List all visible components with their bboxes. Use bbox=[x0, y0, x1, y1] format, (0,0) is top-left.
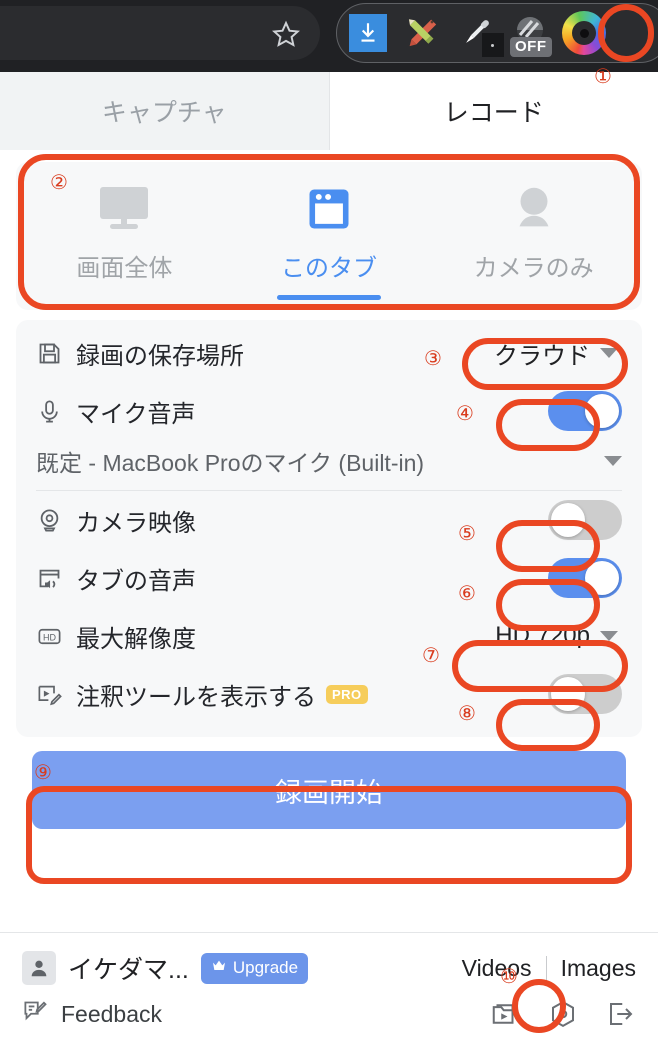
footer-bottom-row: Feedback bbox=[22, 991, 636, 1037]
record-panel: 画面全体 このタブ カメラのみ 録画の保存場所 クラウド マイク音声 既定 - … bbox=[0, 150, 658, 829]
person-avatar-icon[interactable] bbox=[22, 951, 56, 985]
tab-record[interactable]: レコード bbox=[329, 72, 658, 150]
webcam-icon bbox=[36, 507, 76, 534]
screenity-extension-icon[interactable] bbox=[562, 11, 606, 55]
feedback-icon bbox=[22, 998, 49, 1030]
setting-label: カメラ映像 bbox=[76, 509, 196, 537]
tab-audio-toggle[interactable] bbox=[548, 558, 622, 598]
footer-link-images[interactable]: Images bbox=[561, 955, 636, 982]
setting-row-annotation-tools: 注釈ツールを表示する PRO bbox=[36, 665, 622, 723]
setting-row-save-location: 録画の保存場所 クラウド bbox=[36, 324, 622, 382]
extension-dot-badge bbox=[482, 33, 504, 57]
settings-list: 録画の保存場所 クラウド マイク音声 既定 - MacBook Proのマイク … bbox=[16, 320, 642, 737]
setting-row-camera: カメラ映像 bbox=[36, 491, 622, 549]
tab-audio-icon bbox=[36, 565, 76, 592]
source-option-label: カメラのみ bbox=[473, 255, 594, 282]
dark-reader-off-badge: OFF bbox=[510, 37, 552, 57]
footer-icon-group bbox=[490, 999, 636, 1029]
resolution-value: HD 720p bbox=[495, 622, 590, 649]
hd-badge-icon: HD bbox=[36, 623, 76, 650]
annotation-tools-toggle[interactable] bbox=[548, 674, 622, 714]
setting-label: 最大解像度 bbox=[76, 625, 196, 653]
microphone-device-value: 既定 - MacBook Proのマイク (Built-in) bbox=[36, 450, 425, 476]
source-option-this-tab[interactable]: このタブ bbox=[227, 178, 432, 300]
footer-link-videos[interactable]: Videos bbox=[462, 955, 532, 982]
source-option-entire-screen[interactable]: 画面全体 bbox=[22, 178, 227, 300]
webcam-icon bbox=[507, 178, 561, 240]
microphone-device-dropdown[interactable]: 既定 - MacBook Proのマイク (Built-in) bbox=[36, 440, 622, 491]
source-option-label: このタブ bbox=[281, 255, 377, 282]
setting-row-tab-audio: タブの音声 bbox=[36, 549, 622, 607]
svg-text:HD: HD bbox=[43, 632, 56, 642]
panel-footer: イケダマ... Upgrade Videos Images Feedback bbox=[0, 932, 658, 1046]
chevron-down-icon bbox=[600, 631, 618, 641]
upgrade-button[interactable]: Upgrade bbox=[200, 952, 309, 984]
source-option-camera-only[interactable]: カメラのみ bbox=[431, 178, 636, 300]
microphone-toggle[interactable] bbox=[548, 391, 622, 431]
save-location-value: クラウド bbox=[494, 342, 590, 370]
browser-toolbar: OFF bbox=[0, 0, 658, 72]
chevron-down-icon bbox=[600, 348, 618, 358]
monitor-icon bbox=[96, 178, 152, 240]
settings-hexagon-icon[interactable] bbox=[548, 999, 578, 1029]
source-underline-inactive bbox=[72, 295, 176, 300]
record-button[interactable]: 録画開始 bbox=[32, 751, 626, 829]
camera-toggle[interactable] bbox=[548, 500, 622, 540]
resolution-dropdown[interactable]: HD 720p bbox=[491, 620, 622, 652]
feedback-button[interactable]: Feedback bbox=[22, 998, 162, 1030]
markup-tools-extension-icon[interactable] bbox=[400, 11, 444, 55]
source-selector: 画面全体 このタブ カメラのみ bbox=[16, 162, 642, 310]
eyedropper-extension-icon[interactable] bbox=[454, 11, 504, 57]
panel-tab-bar: キャプチャ レコード bbox=[0, 72, 658, 150]
setting-label: 注釈ツールを表示する bbox=[76, 683, 316, 711]
annotation-pen-icon bbox=[36, 681, 76, 708]
save-location-dropdown[interactable]: クラウド bbox=[490, 334, 622, 373]
microphone-icon bbox=[36, 398, 76, 425]
setting-row-resolution: HD 最大解像度 HD 720p bbox=[36, 607, 622, 665]
source-option-label: 画面全体 bbox=[76, 255, 173, 282]
setting-label: タブの音声 bbox=[76, 567, 196, 595]
tab-capture[interactable]: キャプチャ bbox=[0, 72, 330, 150]
chevron-down-icon bbox=[604, 456, 622, 466]
feedback-label: Feedback bbox=[61, 1000, 163, 1027]
setting-row-microphone: マイク音声 bbox=[36, 382, 622, 440]
bookmark-star-icon[interactable] bbox=[272, 20, 300, 48]
pro-badge: PRO bbox=[326, 684, 368, 704]
dark-reader-extension-icon[interactable]: OFF bbox=[508, 11, 552, 57]
source-underline-inactive bbox=[482, 295, 586, 300]
setting-label: 録画の保存場所 bbox=[76, 342, 244, 370]
setting-label: マイク音声 bbox=[76, 400, 196, 428]
crown-icon bbox=[211, 958, 227, 979]
upgrade-label: Upgrade bbox=[232, 958, 299, 977]
save-disk-icon bbox=[36, 340, 76, 367]
browser-tab-icon bbox=[303, 178, 355, 240]
user-name: イケダマ... bbox=[68, 956, 189, 984]
footer-link-divider bbox=[545, 956, 547, 980]
download-extension-icon[interactable] bbox=[346, 11, 390, 55]
footer-top-row: イケダマ... Upgrade Videos Images bbox=[22, 945, 636, 991]
logout-icon[interactable] bbox=[606, 999, 636, 1029]
video-library-icon[interactable] bbox=[490, 999, 520, 1029]
source-underline-active bbox=[277, 295, 381, 300]
